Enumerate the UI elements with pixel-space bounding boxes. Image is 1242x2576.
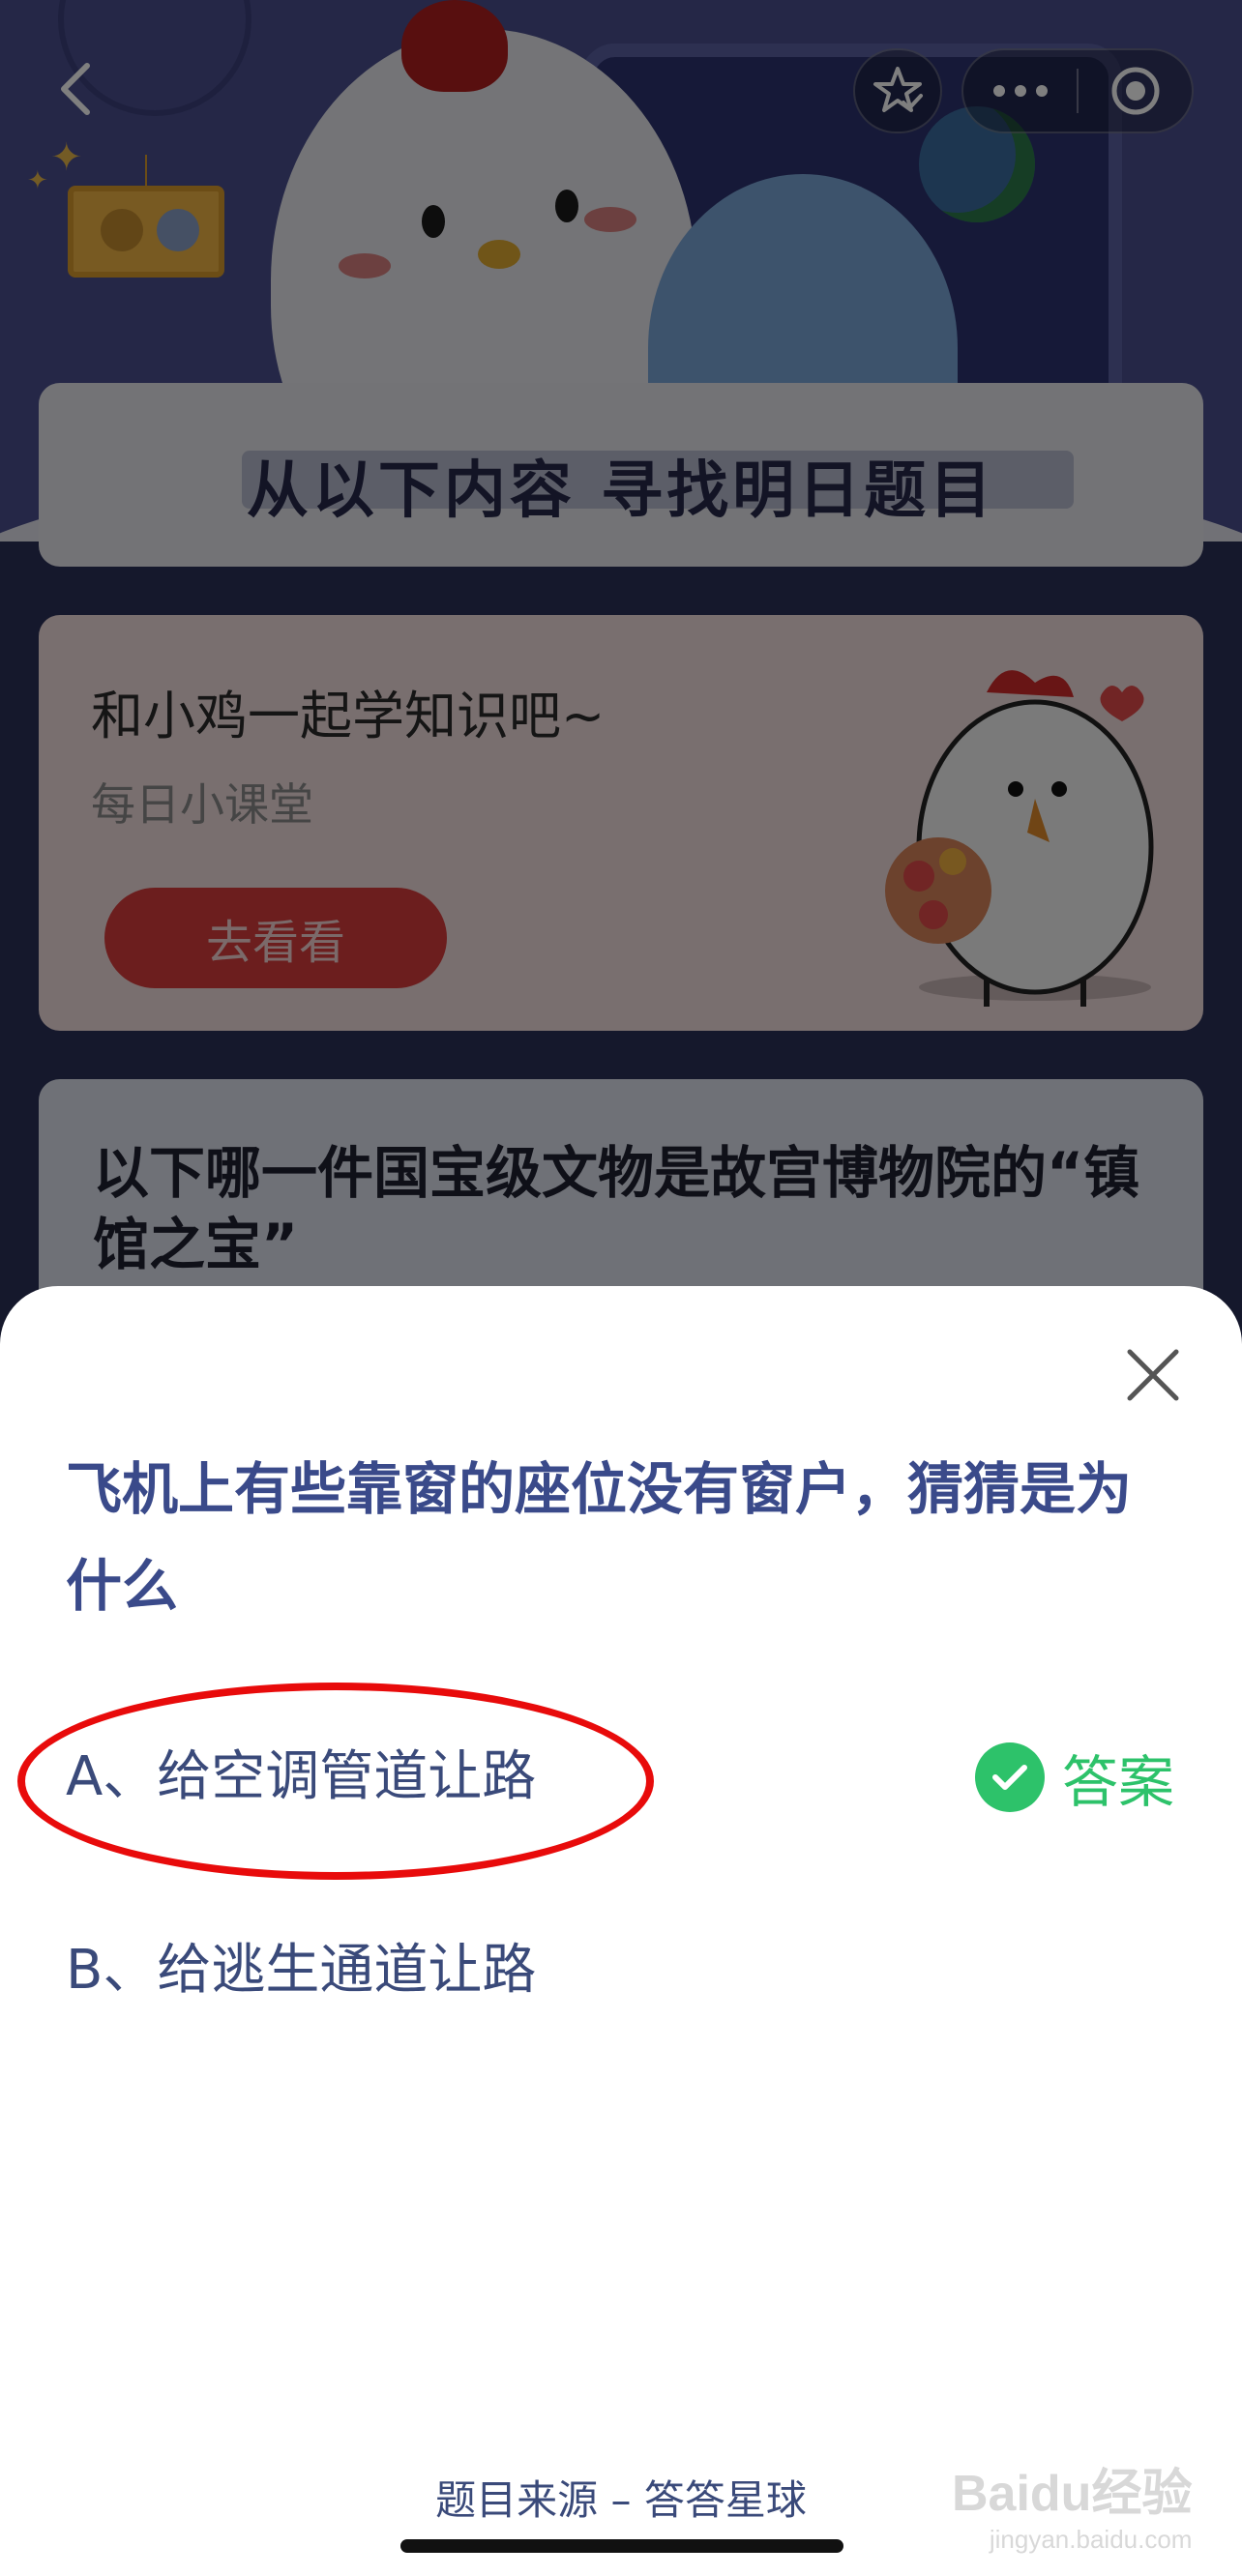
answer-bottom-sheet: 飞机上有些靠窗的座位没有窗户，猜猜是为什么 A、给空调管道让路 答案 B、给逃生… xyxy=(0,1286,1242,2576)
watermark-url: jingyan.baidu.com xyxy=(989,2525,1193,2554)
close-button[interactable] xyxy=(1122,1344,1184,1406)
answer-badge: 答案 xyxy=(975,1737,1174,1818)
close-icon xyxy=(1127,1349,1179,1401)
highlight-circle xyxy=(17,1683,654,1880)
baidu-watermark: Baidu经验 jingyan.baidu.com xyxy=(952,2452,1192,2555)
check-circle-icon xyxy=(975,1742,1045,1812)
option-b[interactable]: B、给逃生通道让路 xyxy=(66,1926,536,2005)
watermark-brand: Baidu经验 xyxy=(952,2466,1193,2522)
home-indicator[interactable] xyxy=(400,2539,843,2553)
answer-label: 答案 xyxy=(1062,1749,1175,1815)
question-text: 飞机上有些靠窗的座位没有窗户，猜猜是为什么 xyxy=(66,1456,1133,1619)
